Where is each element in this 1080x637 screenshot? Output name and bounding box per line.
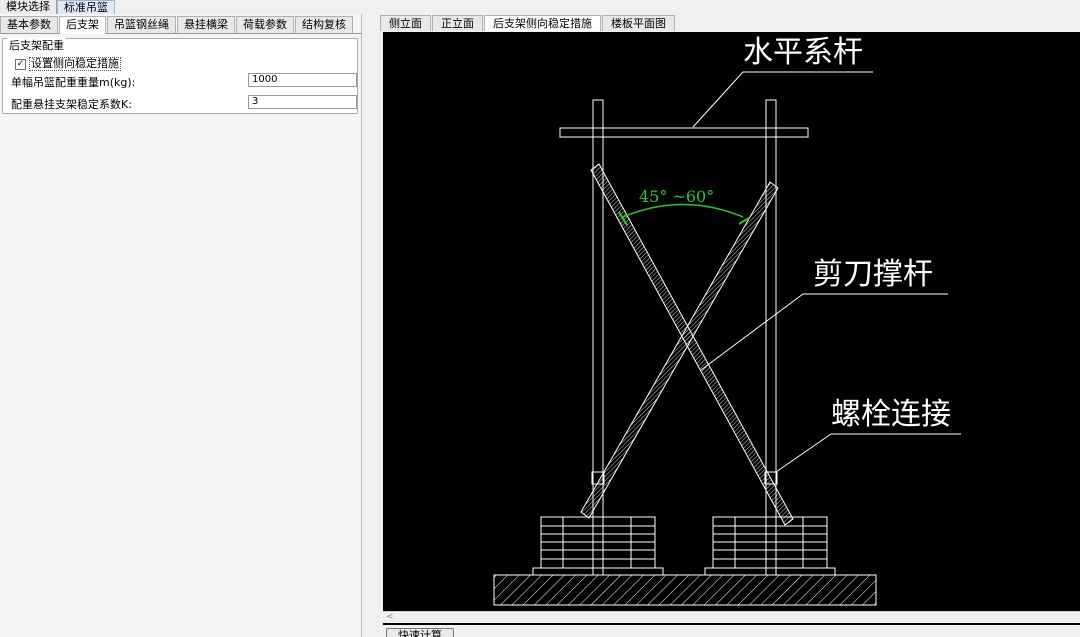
tab-rear-support[interactable]: 后支架 xyxy=(59,16,106,34)
counterweight-left xyxy=(532,516,664,576)
label-scissor-brace: 剪刀撑杆 xyxy=(813,257,933,292)
tab-suspension-beam[interactable]: 悬挂横梁 xyxy=(177,16,235,33)
label-horizontal-tie: 水平系杆 xyxy=(743,35,863,70)
floor-slab xyxy=(493,574,877,606)
quick-calc-button[interactable]: 快速计算 xyxy=(386,628,454,637)
stability-coef-input[interactable]: 3 xyxy=(248,95,357,109)
lateral-stability-checkbox[interactable]: ✓ 设置侧向稳定措施 xyxy=(15,57,121,71)
tab-load-params[interactable]: 荷载参数 xyxy=(236,16,294,33)
tab-front-elevation[interactable]: 正立面 xyxy=(432,15,483,31)
counterweight-right xyxy=(704,516,836,576)
drawing-panel: 侧立面 正立面 后支架侧向稳定措施 楼板平面图 45° ~60° 水平系杆 剪刀… xyxy=(380,14,1080,637)
brace-left-to-right xyxy=(590,163,794,526)
weight-label: 单幅吊篮配重重量m(kg): xyxy=(11,76,136,89)
parameter-tabs: 基本参数 后支架 吊篮钢丝绳 悬挂横梁 荷载参数 结构复核 xyxy=(0,16,362,34)
tab-lateral-stability[interactable]: 后支架侧向稳定措施 xyxy=(484,15,601,31)
tab-module-select[interactable]: 模块选择 xyxy=(0,0,57,14)
group-title: 后支架配重 xyxy=(7,37,66,53)
tab-floor-plan[interactable]: 楼板平面图 xyxy=(602,15,675,31)
tab-wire-rope[interactable]: 吊篮钢丝绳 xyxy=(107,16,176,33)
drawing-canvas[interactable]: 45° ~60° 水平系杆 剪刀撑杆 螺栓连接 xyxy=(383,32,1080,625)
angle-arc xyxy=(622,203,744,218)
scroll-left-icon[interactable]: < xyxy=(386,612,394,622)
horizontal-scrollbar[interactable]: < xyxy=(383,611,1080,623)
tab-side-elevation[interactable]: 侧立面 xyxy=(380,15,431,31)
checkbox-label[interactable]: 设置侧向稳定措施 xyxy=(29,57,121,71)
weight-input[interactable]: 1000 xyxy=(248,73,357,87)
counterweight-group: 后支架配重 ✓ 设置侧向稳定措施 单幅吊篮配重重量m(kg): 1000 配重悬… xyxy=(2,37,358,114)
module-tabs: 模块选择 标准吊篮 xyxy=(0,0,1080,14)
leader-brace xyxy=(700,293,804,371)
tab-basic-params[interactable]: 基本参数 xyxy=(0,16,58,33)
brace-right-to-left xyxy=(580,181,779,519)
leader-bolt xyxy=(775,433,832,473)
angle-label: 45° ~60° xyxy=(639,187,714,206)
tab-structure-check[interactable]: 结构复核 xyxy=(295,16,353,33)
parameter-panel: 基本参数 后支架 吊篮钢丝绳 悬挂横梁 荷载参数 结构复核 后支架配重 ✓ 设置… xyxy=(0,14,362,637)
stability-coef-label: 配重悬挂支架稳定系数K: xyxy=(11,98,132,111)
label-bolt-connection: 螺栓连接 xyxy=(831,397,951,432)
bracing-drawing: 45° ~60° 水平系杆 剪刀撑杆 螺栓连接 xyxy=(493,35,961,606)
checkbox-box[interactable]: ✓ xyxy=(15,58,26,70)
horizontal-tie xyxy=(559,127,809,138)
leader-tie xyxy=(692,71,744,128)
tab-standard-basket[interactable]: 标准吊篮 xyxy=(57,0,115,14)
drawing-tabs: 侧立面 正立面 后支架侧向稳定措施 楼板平面图 xyxy=(380,15,676,31)
